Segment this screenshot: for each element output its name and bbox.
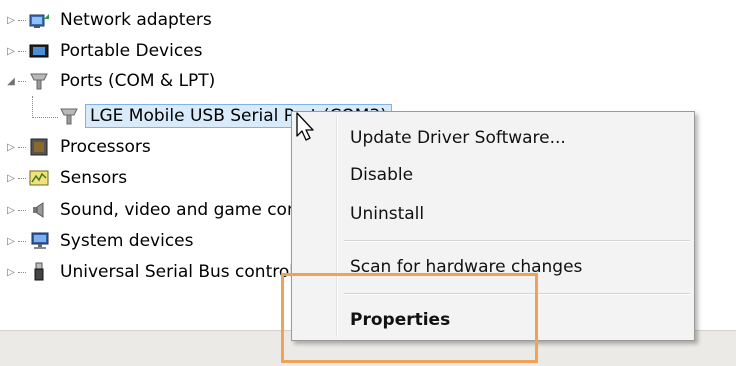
tree-item-network-adapters[interactable]: ▷ Network adapters	[4, 6, 216, 34]
usb-icon	[28, 262, 50, 282]
speaker-icon	[28, 200, 50, 220]
network-adapter-icon	[28, 10, 50, 30]
menu-item-uninstall[interactable]: Uninstall	[350, 200, 424, 228]
tree-item-label: Network adapters	[60, 10, 212, 30]
tree-item-label: Sensors	[60, 168, 128, 188]
port-icon	[28, 71, 50, 91]
tree-item-sensors[interactable]: ▷ Sensors	[4, 164, 131, 192]
menu-item-update-driver[interactable]: Update Driver Software...	[350, 124, 566, 152]
expand-arrow-icon[interactable]: ▷	[4, 205, 18, 216]
expand-arrow-icon[interactable]: ▷	[4, 267, 18, 278]
portable-device-icon	[28, 41, 50, 61]
expand-arrow-icon[interactable]: ▷	[4, 15, 18, 26]
tree-connector	[32, 96, 33, 118]
expand-arrow-icon[interactable]: ▷	[4, 46, 18, 57]
mouse-cursor-icon	[296, 112, 316, 147]
sensor-icon	[28, 168, 50, 188]
tree-connector	[32, 117, 58, 118]
expand-arrow-icon[interactable]: ▷	[4, 236, 18, 247]
tree-item-label: System devices	[60, 231, 194, 251]
tree-item-processors[interactable]: ▷ Processors	[4, 133, 155, 161]
tree-item-label: Processors	[60, 137, 151, 157]
menu-item-disable[interactable]: Disable	[350, 161, 413, 189]
tree-item-portable-devices[interactable]: ▷ Portable Devices	[4, 37, 207, 65]
collapse-arrow-icon[interactable]: ◢	[4, 76, 18, 87]
tree-item-label: Portable Devices	[60, 41, 203, 61]
menu-separator	[344, 240, 690, 242]
tree-item-system-devices[interactable]: ▷ System devices	[4, 227, 198, 255]
port-icon	[58, 106, 80, 126]
expand-arrow-icon[interactable]: ▷	[4, 173, 18, 184]
tree-item-ports[interactable]: ◢ Ports (COM & LPT)	[4, 67, 219, 95]
system-device-icon	[28, 231, 50, 251]
processor-icon	[28, 137, 50, 157]
expand-arrow-icon[interactable]: ▷	[4, 142, 18, 153]
tree-item-label: Ports (COM & LPT)	[60, 71, 216, 91]
highlight-box	[281, 273, 538, 363]
